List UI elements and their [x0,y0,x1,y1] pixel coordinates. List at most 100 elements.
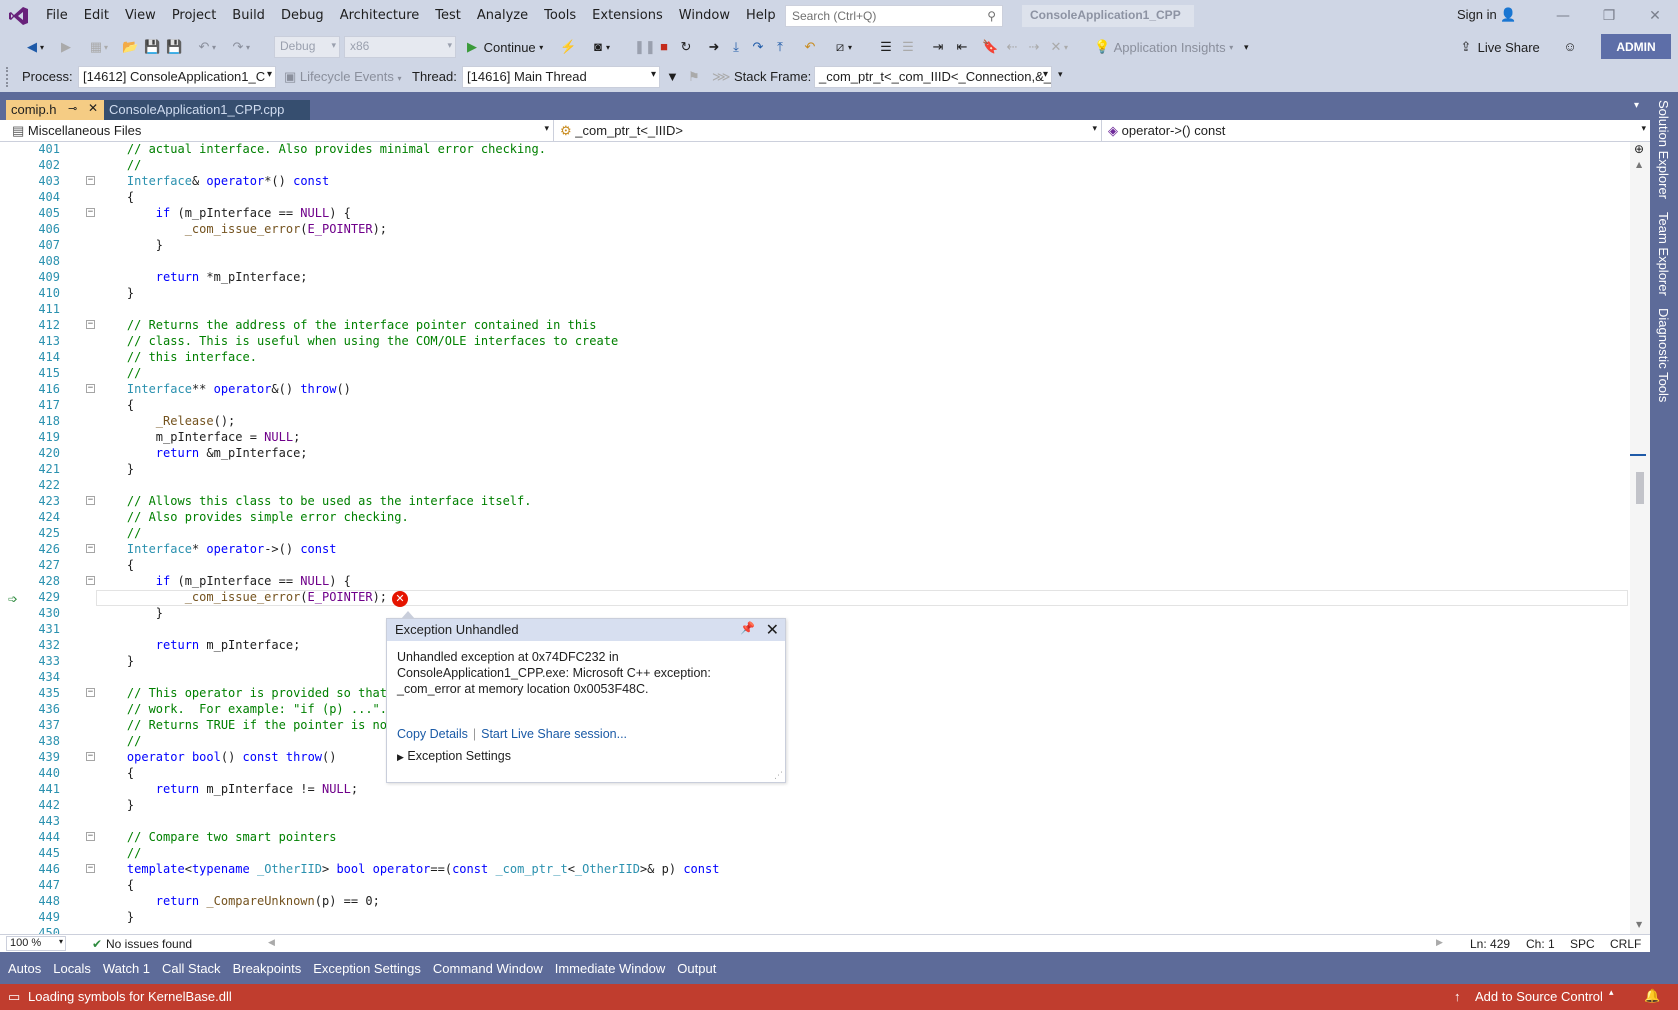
collapse-icon[interactable]: − [86,320,95,329]
notifications-icon[interactable]: 🔔 [1644,988,1660,1004]
code-line[interactable]: 428 − if (m_pInterface == NULL) { [0,573,1630,589]
exception-settings-expander[interactable]: ▶ Exception Settings [387,745,785,768]
admin-badge[interactable]: ADMIN [1601,34,1671,59]
code-line[interactable]: 413 // class. This is useful when using … [0,333,1630,349]
open-file-icon[interactable]: 📂 [122,37,138,57]
code-line[interactable]: 415 // [0,365,1630,381]
filter-icon[interactable]: ▼ [666,69,679,84]
step-over-icon[interactable]: ↷ [750,37,766,57]
menu-build[interactable]: Build [224,0,273,32]
menu-edit[interactable]: Edit [76,0,117,32]
menu-help[interactable]: Help [738,0,784,32]
code-line[interactable]: 423 − // Allows this class to be used as … [0,493,1630,509]
collapse-icon[interactable]: − [86,208,95,217]
tab-consoleapp-cpp[interactable]: ConsoleApplication1_CPP.cpp [104,100,310,120]
step-out-icon[interactable]: ⤒ [772,37,788,57]
error-icon[interactable]: ✕ [392,591,408,607]
scroll-down-icon[interactable]: ▼ [1636,920,1642,929]
code-line[interactable]: 407 } [0,237,1630,253]
collapse-icon[interactable]: − [86,832,95,841]
toolbar-overflow-icon[interactable]: ▾ [1244,37,1249,57]
code-line[interactable]: 443 [0,813,1630,829]
code-line[interactable]: 419 m_pInterface = NULL; [0,429,1630,445]
code-line[interactable]: 417 { [0,397,1630,413]
scroll-up-icon[interactable]: ▲ [1636,160,1642,169]
collapse-icon[interactable]: − [86,384,95,393]
menu-analyze[interactable]: Analyze [469,0,536,32]
code-line[interactable]: 436 // work. For example: "if (p) ...". [0,701,1630,717]
code-line[interactable]: 447 { [0,877,1630,893]
menu-tools[interactable]: Tools [536,0,584,32]
code-editor[interactable]: 401 // actual interface. Also provides m… [0,142,1650,934]
collapse-icon[interactable]: − [86,176,95,185]
menu-file[interactable]: File [38,0,76,32]
code-line[interactable]: 404 { [0,189,1630,205]
code-line[interactable]: 411 [0,301,1630,317]
code-line[interactable]: 426 − Interface* operator->() const [0,541,1630,557]
redo-icon[interactable]: ↷ ▾ [230,37,250,57]
close-window-icon[interactable]: ✕ [1632,0,1678,32]
new-project-icon[interactable]: ▦ ▾ [88,37,108,57]
scroll-thumb[interactable] [1636,472,1644,504]
undo-icon[interactable]: ↶ ▾ [196,37,216,57]
code-line[interactable]: 406 _com_issue_error(E_POINTER); [0,221,1630,237]
pin-icon[interactable]: 📌 [740,621,755,635]
collapse-icon[interactable]: − [86,544,95,553]
code-line[interactable]: 437 // Returns TRUE if the pointer is no… [0,717,1630,733]
code-line[interactable]: 431 [0,621,1630,637]
zoom-dropdown[interactable]: 100 % ▾ [6,936,66,951]
code-line[interactable]: 430 } [0,605,1630,621]
add-to-source-control[interactable]: Add to Source Control [1475,989,1603,1004]
hscroll-right-icon[interactable]: ▶ [1436,937,1443,948]
pin-icon[interactable]: ⊸ [68,102,77,115]
stop-icon[interactable]: ■ [656,37,672,57]
collapse-icon[interactable]: − [86,688,95,697]
code-line[interactable]: 444 − // Compare two smart pointers [0,829,1630,845]
tab-list-dropdown-icon[interactable]: ▾ [1634,100,1639,111]
code-line[interactable]: 432 return m_pInterface; [0,637,1630,653]
tab-output[interactable]: Output [671,961,722,976]
next-bookmark-icon[interactable]: ⇢ [1026,37,1042,57]
live-share-session-link[interactable]: Start Live Share session... [481,727,627,741]
code-line[interactable]: 435 − // This operator is provided so tha… [0,685,1630,701]
code-line[interactable]: 442 } [0,797,1630,813]
code-line[interactable]: 425 // [0,525,1630,541]
search-input[interactable]: Search (Ctrl+Q) ⚲ [785,5,1003,27]
save-all-icon[interactable]: 💾 [166,37,182,57]
undo-step-icon[interactable]: ↶ [802,37,818,57]
step-into-icon[interactable]: ⤓ [728,37,744,57]
hot-reload-icon[interactable]: ⚡ [560,37,576,57]
platform-dropdown[interactable]: x86 ▾ [344,36,456,58]
clear-bookmarks-icon[interactable]: ✕ ▾ [1048,37,1068,57]
save-icon[interactable]: 💾 [144,37,160,57]
member-dropdown[interactable]: ◈ operator->() const ▾ [1102,120,1650,142]
close-icon[interactable]: ✕ [766,620,779,639]
code-line[interactable]: 416 − Interface** operator&() throw() [0,381,1630,397]
menu-test[interactable]: Test [427,0,469,32]
code-line[interactable]: 418 _Release(); [0,413,1630,429]
tab-diagnostic-tools[interactable]: Diagnostic Tools [1656,308,1671,402]
show-threads-icon[interactable]: ⋙ [712,69,731,85]
code-line[interactable]: 403 − Interface& operator*() const [0,173,1630,189]
code-line[interactable]: 412 − // Returns the address of the inter… [0,317,1630,333]
config-dropdown[interactable]: Debug ▾ [274,36,340,58]
restore-icon[interactable]: ❐ [1586,0,1632,32]
minimize-icon[interactable]: — [1540,0,1586,32]
resize-grip-icon[interactable]: ⋰ [774,771,783,781]
code-line[interactable]: 421 } [0,461,1630,477]
code-line[interactable]: 402 // [0,157,1630,173]
tab-watch-1[interactable]: Watch 1 [97,961,156,976]
code-line[interactable]: 446 − template<typename _OtherIID> bool o… [0,861,1630,877]
lifecycle-events-button[interactable]: ▣ Lifecycle Events ▾ [284,69,402,85]
tab-breakpoints[interactable]: Breakpoints [227,961,308,976]
nav-back-icon[interactable]: ◀ ▾ [24,37,44,57]
code-line[interactable]: 433 } [0,653,1630,669]
code-line[interactable]: 440 { [0,765,1630,781]
flag-threads-icon[interactable]: ⚑ [688,69,700,85]
tab-autos[interactable]: Autos [2,961,47,976]
tab-immediate-window[interactable]: Immediate Window [549,961,672,976]
code-line[interactable]: 405 − if (m_pInterface == NULL) { [0,205,1630,221]
code-line[interactable]: 409 return *m_pInterface; [0,269,1630,285]
code-line[interactable]: 434 [0,669,1630,685]
bookmark-icon[interactable]: 🔖 [982,37,998,57]
